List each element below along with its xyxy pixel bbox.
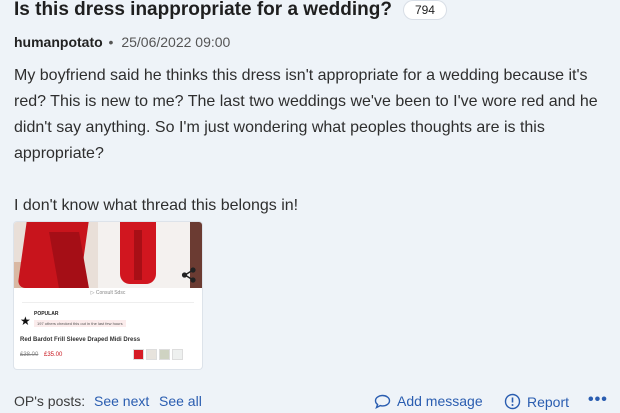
color-swatch [160, 350, 169, 359]
post-meta: humanpotato • 25/06/2022 09:00 [14, 34, 230, 50]
post-paragraph: I don't know what thread this belongs in… [14, 197, 299, 214]
add-message-button[interactable]: Add message [374, 393, 483, 409]
author-name[interactable]: humanpotato [14, 34, 103, 50]
color-swatches [134, 350, 182, 359]
speech-bubble-icon [374, 394, 391, 409]
meta-separator: • [108, 34, 114, 50]
dress-photo-model [14, 222, 98, 288]
dress-photo-strip [14, 222, 202, 288]
popular-banner: ★ POPULAR 197 others checked this out in… [20, 310, 196, 332]
report-button[interactable]: Report [504, 393, 569, 410]
thread-title[interactable]: Is this dress inappropriate for a weddin… [14, 0, 392, 21]
see-next-link[interactable]: See next [94, 393, 149, 409]
more-options-icon[interactable]: ••• [588, 391, 608, 409]
popular-subtext: 197 others checked this out in the last … [34, 320, 126, 327]
reply-count-badge: 794 [403, 1, 446, 19]
attachment-divider [22, 302, 194, 303]
post-footer: OP's posts: See next See all Add message… [14, 391, 614, 413]
consult-text: Consult Sdsc [95, 290, 126, 296]
dress-photo-flat [120, 222, 156, 284]
post-card: Is this dress inappropriate for a weddin… [0, 0, 620, 413]
share-icon[interactable] [180, 266, 198, 284]
post-paragraph: My boyfriend said he thinks this dress i… [14, 67, 598, 162]
star-icon: ★ [20, 314, 31, 328]
add-message-label: Add message [397, 393, 483, 409]
color-swatch [134, 350, 143, 359]
consult-caption: ▷ Consult Sdsc [14, 290, 202, 296]
popular-label: POPULAR [34, 311, 59, 317]
post-timestamp: 25/06/2022 09:00 [121, 34, 231, 50]
exclamation-circle-icon [504, 393, 521, 410]
ops-posts-label: OP's posts: [14, 393, 86, 409]
color-swatch [147, 350, 156, 359]
title-row: Is this dress inappropriate for a weddin… [14, 0, 446, 24]
post-body: My boyfriend said he thinks this dress i… [14, 63, 609, 219]
report-label: Report [527, 394, 570, 410]
product-name: Red Bardot Frill Sleeve Draped Midi Dres… [20, 337, 141, 343]
price-new: £35.00 [44, 352, 63, 358]
see-all-link[interactable]: See all [159, 393, 202, 409]
dress-fold [134, 230, 142, 280]
color-swatch [173, 350, 182, 359]
image-attachment[interactable]: ▷ Consult Sdsc ★ POPULAR 197 others chec… [14, 222, 202, 369]
price-old: £38.00 [20, 352, 39, 358]
